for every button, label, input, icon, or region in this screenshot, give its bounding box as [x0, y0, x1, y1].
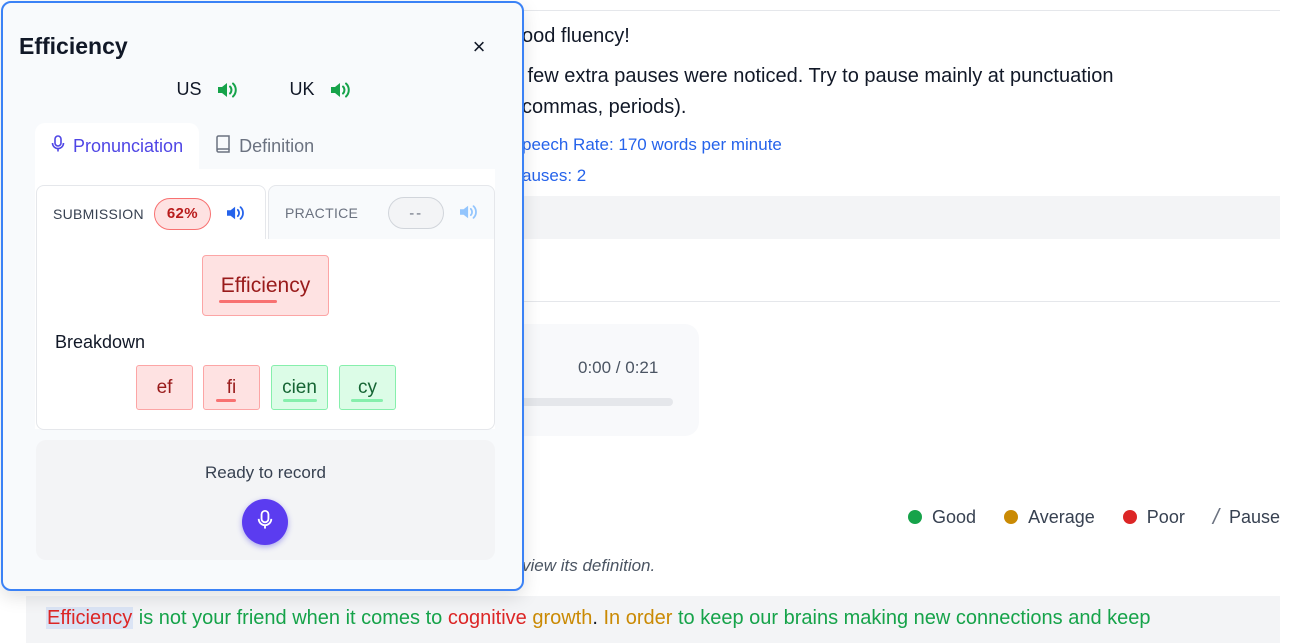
record-status: Ready to record	[205, 463, 326, 482]
definition-hint: view its definition.	[522, 556, 656, 575]
mic-icon	[257, 509, 273, 536]
syllable-underline	[351, 399, 383, 402]
legend-label: Good	[932, 506, 977, 527]
pause-slash-icon: /	[1212, 504, 1219, 529]
speaker-icon[interactable]	[458, 203, 482, 223]
passage-word[interactable]: to keep our brains making new connection…	[672, 607, 1151, 629]
passage-text: Efficiency is not your friend when it co…	[46, 607, 1151, 630]
syllable-text: cy	[358, 376, 377, 398]
section-band	[520, 196, 1280, 239]
audio-progress-bar[interactable]	[520, 398, 673, 406]
syllable-chip: fi	[203, 365, 260, 410]
accent-uk: UK	[290, 79, 353, 100]
speaker-icon[interactable]	[216, 80, 240, 100]
legend-average: Average	[1004, 507, 1095, 528]
speaker-icon[interactable]	[329, 80, 353, 100]
fluency-feedback-text: few extra pauses were noticed. Try to pa…	[522, 65, 1114, 87]
good-dot-icon	[908, 510, 923, 524]
submission-score-badge: 62%	[153, 197, 211, 230]
mic-icon	[51, 134, 65, 158]
passage-word[interactable]: .	[592, 607, 603, 629]
syllable-chip: cy	[339, 365, 396, 410]
passage-word[interactable]: is not your friend when it comes to	[133, 607, 448, 629]
speech-rate-metric: peech Rate: 170 words per minute	[522, 135, 782, 154]
legend-label: Poor	[1146, 506, 1185, 527]
word-underline	[219, 300, 277, 303]
passage-word[interactable]: growth	[532, 607, 592, 629]
record-button[interactable]	[242, 499, 288, 545]
popup-tabs: Pronunciation Definition	[35, 123, 330, 169]
syllable-chip: cien	[271, 365, 328, 410]
audio-player	[500, 324, 699, 436]
submission-tab[interactable]: SUBMISSION 62%	[36, 185, 266, 241]
accent-selector: US UK	[3, 79, 526, 100]
accent-us: US	[176, 79, 239, 100]
legend-label: Pause	[1228, 506, 1280, 527]
speaker-icon[interactable]	[225, 204, 249, 224]
divider	[520, 301, 1280, 302]
divider	[520, 10, 1280, 11]
fluency-feedback-title: ood fluency!	[522, 25, 630, 47]
breakdown-heading: Breakdown	[55, 332, 146, 352]
fluency-feedback-text-2: commas, periods).	[522, 96, 687, 118]
tab-pronunciation[interactable]: Pronunciation	[35, 123, 200, 169]
passage-word[interactable]: In order	[603, 607, 672, 629]
syllable-text: cien	[282, 376, 317, 398]
legend: Good Average Poor / Pause	[908, 504, 1280, 530]
legend-label: Average	[1028, 506, 1095, 527]
syllable-underline	[216, 399, 236, 402]
legend-poor: Poor	[1122, 506, 1185, 528]
syllable-text: fi	[226, 376, 237, 398]
popup-title: Efficiency	[19, 33, 128, 59]
pauses-metric: auses: 2	[522, 166, 587, 185]
tab-label: Pronunciation	[73, 135, 184, 156]
word-detail-popup: Efficiency × US UK Pronunciation Definit…	[1, 1, 524, 591]
practice-tab[interactable]: PRACTICE --	[268, 185, 495, 241]
tab-definition[interactable]: Definition	[199, 123, 330, 169]
accent-label: US	[176, 79, 202, 99]
word-result: Efficiency	[202, 255, 329, 316]
book-icon	[215, 134, 231, 158]
average-dot-icon	[1004, 510, 1019, 524]
syllable-chip: ef	[136, 365, 193, 410]
close-icon[interactable]: ×	[467, 34, 491, 59]
word-text: Efficiency	[220, 273, 311, 297]
audio-time: 0:00 / 0:21	[578, 358, 659, 377]
passage-word-selected[interactable]: Efficiency	[46, 607, 134, 629]
poor-dot-icon	[1122, 510, 1137, 524]
tab-label: Definition	[239, 135, 315, 156]
practice-score-badge: --	[388, 197, 445, 229]
accent-label: UK	[289, 79, 315, 99]
legend-pause: / Pause	[1213, 504, 1280, 530]
syllable-underline	[283, 399, 317, 402]
syllable-text: ef	[156, 376, 173, 398]
legend-good: Good	[908, 507, 976, 528]
submission-label: SUBMISSION	[53, 205, 144, 222]
practice-label: PRACTICE	[285, 205, 359, 221]
passage-word[interactable]: cognitive	[448, 607, 527, 629]
